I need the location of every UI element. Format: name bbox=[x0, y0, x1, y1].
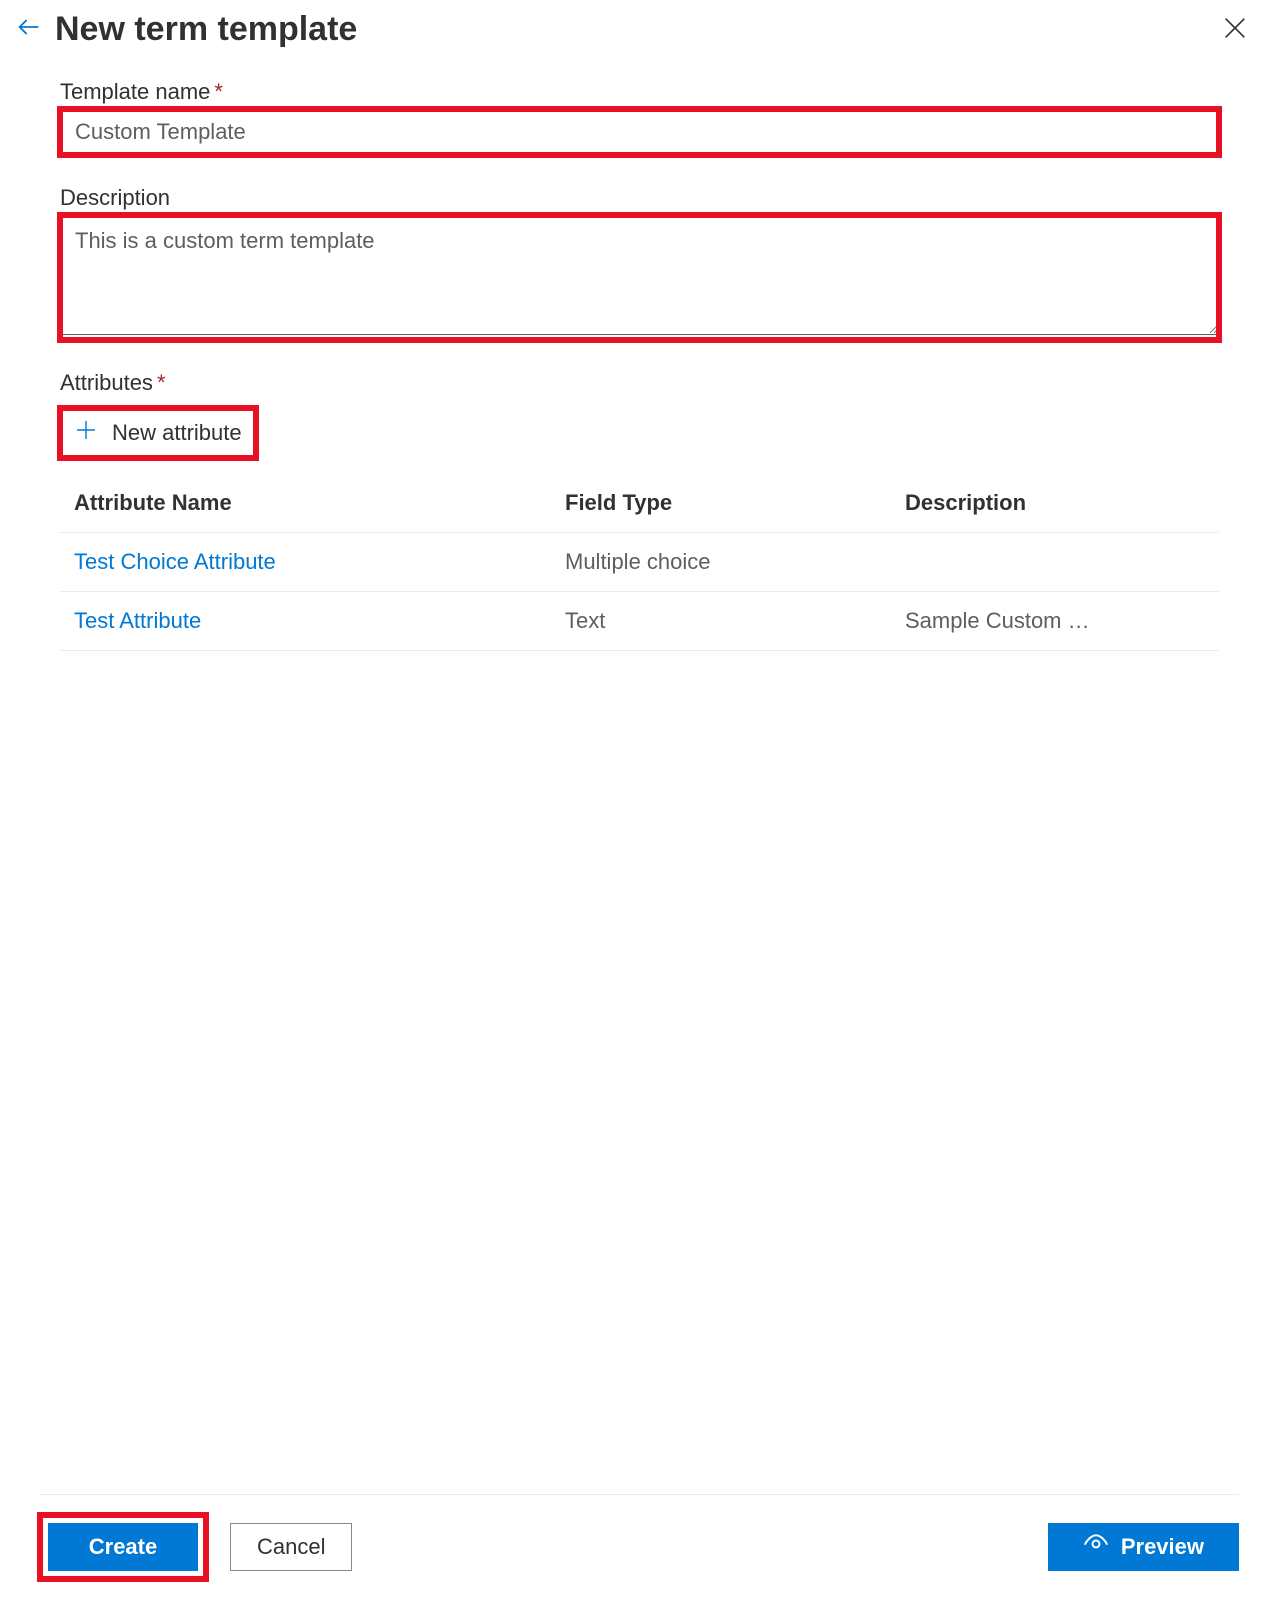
new-attribute-label: New attribute bbox=[112, 420, 242, 446]
attribute-name-link[interactable]: Test Choice Attribute bbox=[74, 549, 565, 575]
table-header: Attribute Name Field Type Description bbox=[60, 474, 1219, 533]
required-asterisk: * bbox=[157, 370, 166, 395]
template-name-label: Template name* bbox=[60, 79, 1219, 105]
required-asterisk: * bbox=[214, 79, 223, 104]
col-field-type: Field Type bbox=[565, 490, 905, 516]
attribute-field-type: Text bbox=[565, 608, 905, 634]
create-button[interactable]: Create bbox=[48, 1523, 198, 1571]
template-name-input[interactable] bbox=[60, 109, 1219, 155]
back-arrow-icon[interactable] bbox=[15, 13, 43, 46]
table-row: Test Attribute Text Sample Custom … bbox=[60, 592, 1219, 651]
cancel-button[interactable]: Cancel bbox=[230, 1523, 352, 1571]
eye-icon bbox=[1083, 1531, 1109, 1563]
attributes-label: Attributes* bbox=[60, 370, 1219, 396]
table-row: Test Choice Attribute Multiple choice bbox=[60, 533, 1219, 592]
preview-button[interactable]: Preview bbox=[1048, 1523, 1239, 1571]
attribute-description: Sample Custom … bbox=[905, 608, 1205, 634]
page-title: New term template bbox=[55, 10, 357, 49]
plus-icon bbox=[74, 418, 98, 448]
attributes-table: Attribute Name Field Type Description Te… bbox=[60, 474, 1219, 651]
new-attribute-button[interactable]: New attribute bbox=[60, 408, 256, 458]
description-label: Description bbox=[60, 185, 1219, 211]
col-attribute-name: Attribute Name bbox=[74, 490, 565, 516]
col-description: Description bbox=[905, 490, 1205, 516]
attribute-name-link[interactable]: Test Attribute bbox=[74, 608, 565, 634]
description-textarea[interactable]: This is a custom term template bbox=[60, 215, 1219, 335]
attribute-field-type: Multiple choice bbox=[565, 549, 905, 575]
preview-label: Preview bbox=[1121, 1534, 1204, 1560]
footer-bar: Create Cancel Preview bbox=[40, 1494, 1239, 1579]
close-icon[interactable] bbox=[1221, 14, 1249, 47]
